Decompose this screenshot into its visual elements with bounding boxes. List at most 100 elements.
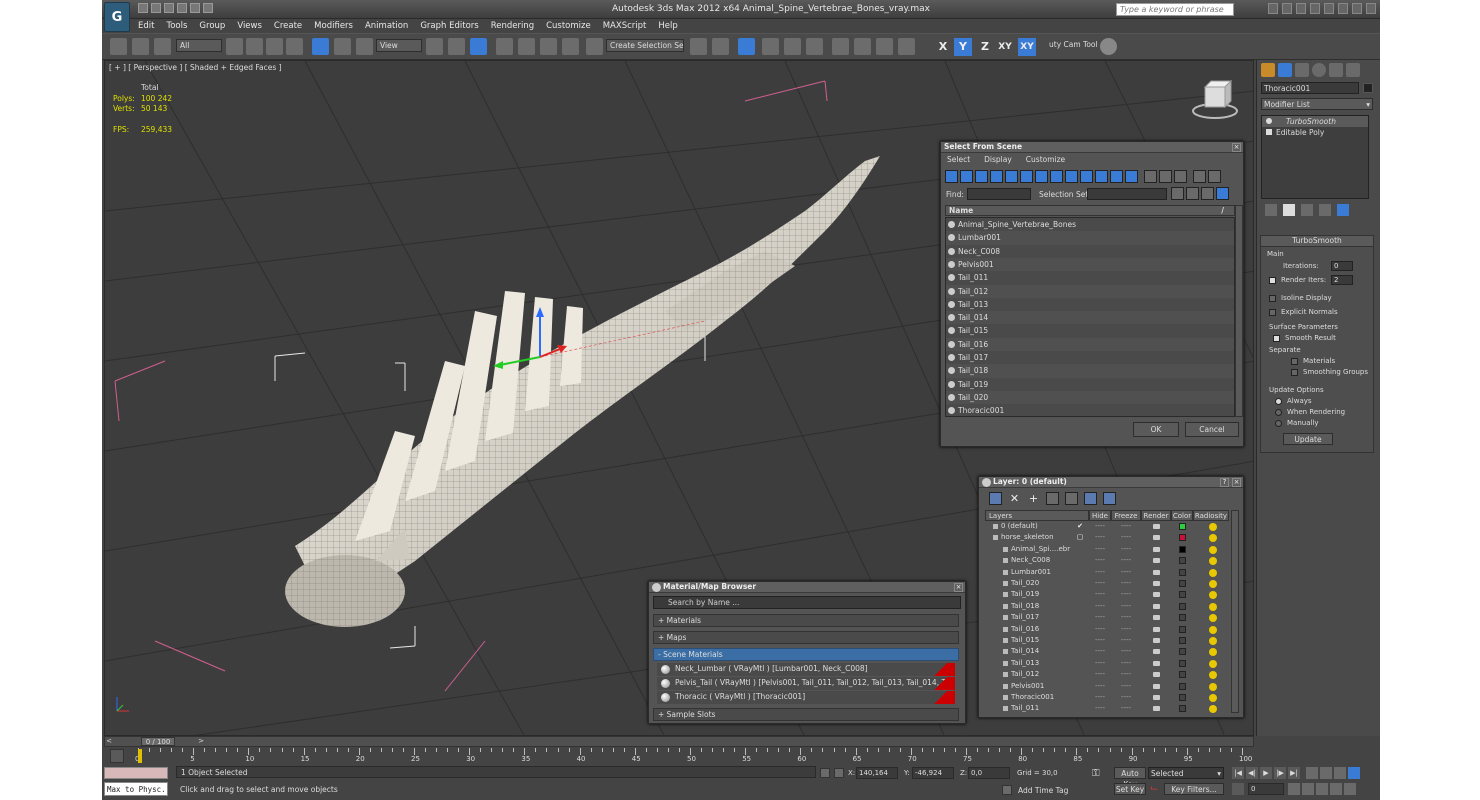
render-teapot-icon[interactable] [1153, 592, 1160, 598]
display-lights-icon[interactable] [975, 170, 988, 183]
radiosity-icon[interactable] [1209, 625, 1217, 634]
play-icon[interactable]: ▶ [1260, 767, 1272, 779]
menu-item-group[interactable]: Group [199, 19, 225, 33]
ok-button[interactable]: OK [1133, 422, 1179, 437]
modify-tab-icon[interactable] [1278, 63, 1292, 77]
render-teapot-icon[interactable] [1153, 603, 1160, 609]
smoothing-groups-checkbox[interactable] [1291, 368, 1298, 376]
freeze-toggle[interactable]: ---- [1111, 692, 1141, 703]
menu-item-customize[interactable]: Customize [546, 19, 591, 33]
object-list-item[interactable]: Neck_C008 [946, 245, 1234, 258]
named-selection-dropdown[interactable]: Create Selection Se [606, 39, 684, 52]
restrict-y-button[interactable]: Y [954, 38, 972, 56]
window-crossing-icon[interactable] [286, 38, 303, 55]
reference-coordinate-dropdown[interactable]: View [376, 39, 422, 52]
angle-snap-icon[interactable] [518, 38, 535, 55]
object-list-item[interactable]: Tail_011 [946, 271, 1234, 284]
current-frame-field[interactable]: 0 [1248, 783, 1284, 795]
object-list-item[interactable]: Tail_016 [946, 337, 1234, 351]
track-bar-ruler[interactable]: 0510152025303540455055606570758085909510… [135, 748, 1258, 764]
freeze-toggle[interactable]: ---- [1111, 669, 1141, 680]
key-mode-dropdown[interactable]: Selected ▾ [1148, 767, 1224, 779]
layer-color-swatch[interactable] [1179, 648, 1186, 656]
next-frame-button[interactable]: > [197, 737, 205, 746]
select-object-icon[interactable] [226, 38, 243, 55]
sfs-menu-select[interactable]: Select [947, 155, 970, 164]
auto-key-button[interactable]: Auto Key [1114, 767, 1146, 789]
active-layer-indicator[interactable] [1073, 544, 1087, 555]
zoom-extents-all-icon[interactable] [1348, 767, 1360, 779]
freeze-toggle[interactable]: ---- [1111, 681, 1141, 692]
select-in-layer-icon[interactable] [1046, 492, 1059, 505]
hide-toggle[interactable]: ---- [1089, 589, 1111, 600]
render-teapot-icon[interactable] [1153, 706, 1160, 712]
open-file-icon[interactable] [151, 3, 161, 13]
freeze-all-layers-icon[interactable] [1103, 492, 1116, 505]
add-to-layer-icon[interactable]: + [1027, 492, 1040, 505]
make-unique-icon[interactable] [1301, 204, 1313, 216]
time-config-icon[interactable] [1288, 783, 1300, 795]
bind-space-warp-icon[interactable] [154, 38, 171, 55]
app-logo-button[interactable]: G [104, 2, 130, 32]
layer-row[interactable]: horse_skeleton ▢ ---- ---- [985, 532, 1235, 543]
hide-toggle[interactable]: ---- [1089, 658, 1111, 669]
turbosmooth-rollout-title[interactable]: TurboSmooth [1261, 236, 1373, 247]
pan-icon[interactable] [1316, 783, 1328, 795]
menu-item-graph-editors[interactable]: Graph Editors [420, 19, 478, 33]
material-search-input[interactable]: Search by Name ... [653, 596, 961, 609]
display-spacewarps-icon[interactable] [1020, 170, 1033, 183]
layer-row[interactable]: Tail_015 ---- ---- [985, 635, 1235, 646]
layer-color-swatch[interactable] [1179, 568, 1186, 576]
unlink-icon[interactable] [132, 38, 149, 55]
highlight-layer-icon[interactable] [1065, 492, 1078, 505]
display-groups-icon[interactable] [1035, 170, 1048, 183]
help-button[interactable]: ? [1220, 478, 1229, 487]
create-layer-icon[interactable] [989, 492, 1002, 505]
menu-item-edit[interactable]: Edit [138, 19, 154, 33]
display-frozen-icon[interactable] [1095, 170, 1108, 183]
restrict-xy-button[interactable]: XY [996, 38, 1014, 56]
sample-slots-section[interactable]: + Sample Slots [653, 708, 959, 721]
freeze-toggle[interactable]: ---- [1111, 658, 1141, 669]
render-teapot-icon[interactable] [1153, 558, 1160, 564]
layer-color-swatch[interactable] [1179, 625, 1186, 633]
object-list-item[interactable]: Tail_014 [946, 311, 1234, 325]
layer-color-swatch[interactable] [1179, 602, 1186, 610]
object-list-scrollbar[interactable] [1235, 205, 1243, 417]
radiosity-icon[interactable] [1209, 557, 1217, 566]
active-layer-indicator[interactable] [1073, 703, 1087, 713]
active-layer-indicator[interactable] [1073, 658, 1087, 669]
graphite-tools-icon[interactable] [762, 38, 779, 55]
active-layer-indicator[interactable]: ✔ [1073, 521, 1087, 532]
radiosity-icon[interactable] [1209, 523, 1217, 531]
radiosity-icon[interactable] [1209, 591, 1217, 600]
active-layer-indicator[interactable] [1073, 681, 1087, 692]
freeze-toggle[interactable]: ---- [1111, 612, 1141, 623]
display-bones-icon[interactable] [1065, 170, 1078, 183]
stack-item-turbosmooth[interactable]: TurboSmooth [1262, 116, 1368, 127]
radiosity-column-header[interactable]: Radiosity [1193, 510, 1229, 521]
scale-icon[interactable] [356, 38, 373, 55]
object-list-item[interactable]: Tail_013 [946, 298, 1234, 311]
explicit-normals-checkbox[interactable] [1269, 308, 1276, 316]
object-list-item[interactable]: Tail_017 [946, 351, 1234, 364]
mirror-icon[interactable] [690, 38, 707, 55]
radiosity-icon[interactable] [1209, 545, 1217, 554]
go-to-end-icon[interactable]: ▶| [1288, 767, 1300, 779]
hide-toggle[interactable]: ---- [1089, 669, 1111, 680]
show-end-result-icon[interactable] [1283, 204, 1295, 216]
favorites-icon[interactable] [1310, 3, 1320, 14]
layer-row[interactable]: Tail_016 ---- ---- [985, 624, 1235, 635]
layer-row[interactable]: Tail_019 ---- ---- [985, 589, 1235, 600]
menu-item-help[interactable]: Help [658, 19, 677, 33]
delete-set-icon[interactable] [1201, 187, 1214, 200]
object-name-field[interactable]: Thoracic001 [1261, 82, 1359, 94]
fov-icon[interactable] [1302, 783, 1314, 795]
layer-row[interactable]: Tail_020 ---- ---- [985, 578, 1235, 589]
hide-toggle[interactable]: ---- [1089, 681, 1111, 692]
find-input[interactable] [967, 188, 1031, 200]
save-file-icon[interactable] [164, 3, 174, 13]
radiosity-icon[interactable] [1209, 694, 1217, 702]
hide-toggle[interactable]: ---- [1089, 646, 1111, 657]
hide-toggle[interactable]: ---- [1089, 624, 1111, 635]
